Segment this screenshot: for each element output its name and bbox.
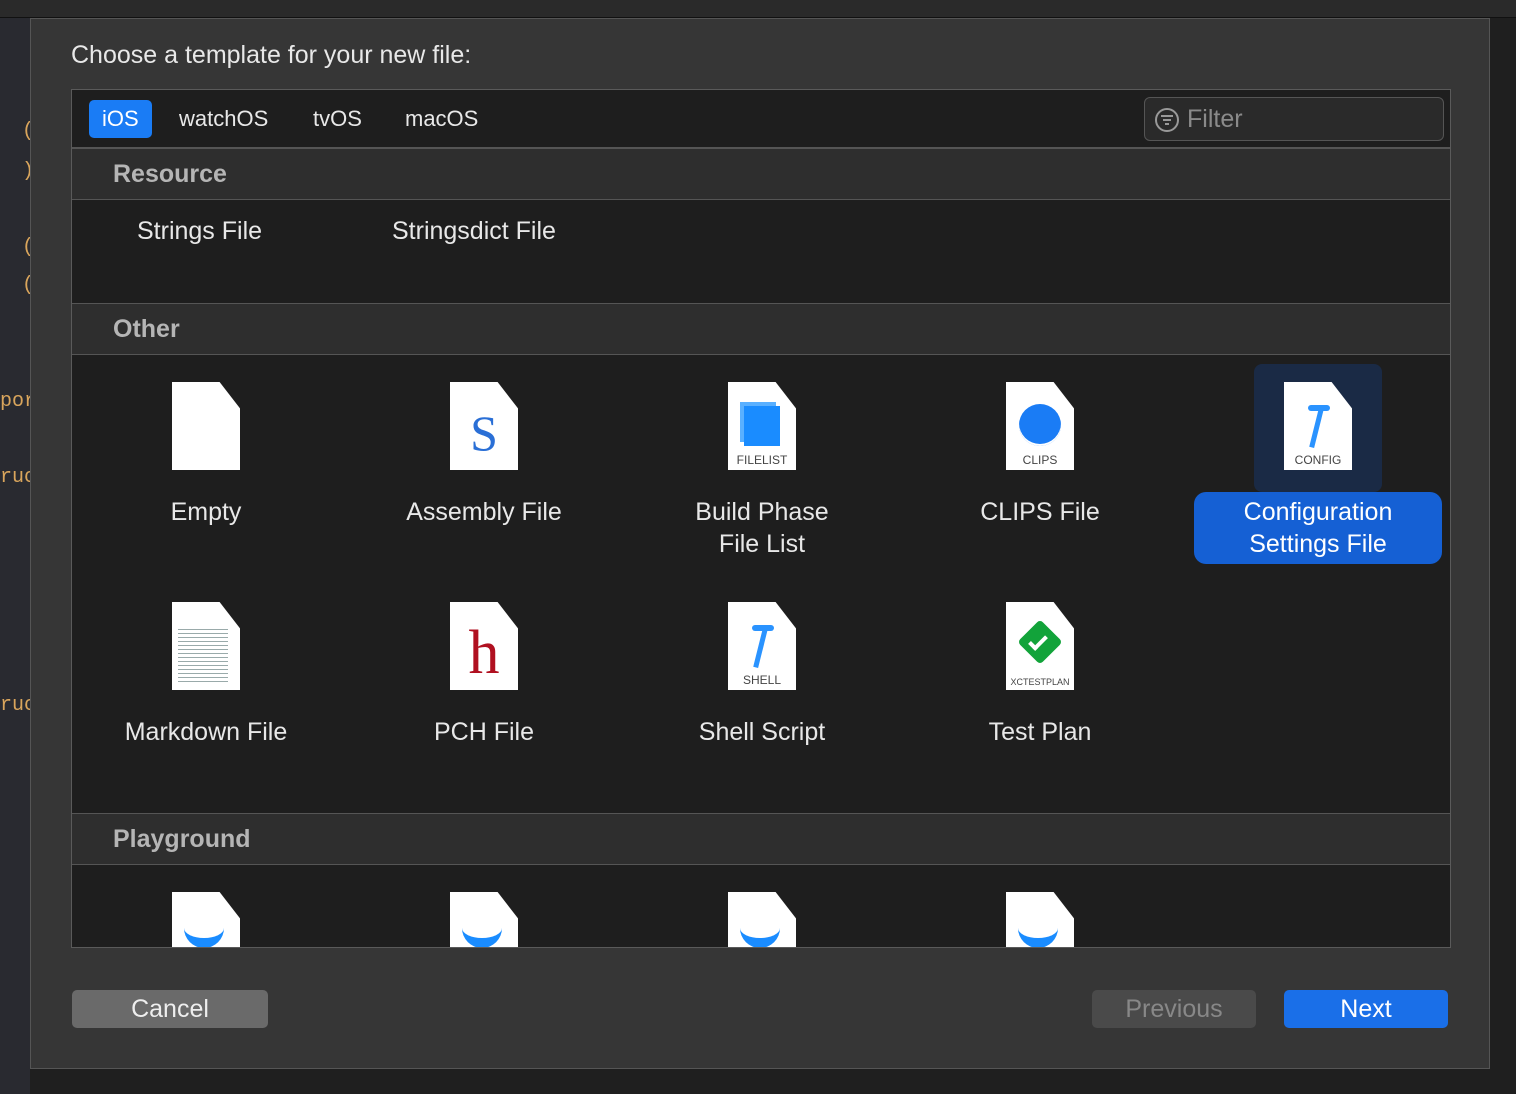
template-playground[interactable] (72, 874, 341, 947)
markdown-icon (172, 602, 240, 690)
template-build-phase-file-list[interactable]: FILELIST Build Phase File List (627, 364, 897, 564)
previous-button[interactable]: Previous (1092, 990, 1256, 1028)
template-playground[interactable] (349, 874, 619, 947)
filter-input[interactable] (1187, 104, 1427, 134)
template-empty[interactable]: Empty (72, 364, 341, 532)
clips-icon: CLIPS (1006, 382, 1074, 470)
pch-h-icon: h (450, 602, 518, 690)
section-header-playground: Playground (72, 813, 1450, 865)
template-configuration-settings-file[interactable]: CONFIG Configuration Settings File (1183, 364, 1450, 564)
template-assembly-file[interactable]: S Assembly File (349, 364, 619, 532)
xctestplan-icon: XCTESTPLAN (1006, 602, 1074, 690)
tab-tvos[interactable]: tvOS (300, 100, 375, 138)
tab-macos[interactable]: macOS (392, 100, 491, 138)
background-editor: ()((por ruc ruc (0, 18, 36, 1094)
template-shell-script[interactable]: SHELL Shell Script (627, 584, 897, 752)
template-playground[interactable] (905, 874, 1175, 947)
tab-ios[interactable]: iOS (89, 100, 152, 138)
shell-hammer-icon: SHELL (728, 602, 796, 690)
window-titlebar (0, 0, 1516, 18)
section-header-resource: Resource (72, 148, 1450, 200)
template-markdown-file[interactable]: Markdown File (72, 584, 341, 752)
cancel-button[interactable]: Cancel (72, 990, 268, 1028)
swift-icon (1006, 892, 1074, 947)
filelist-icon: FILELIST (728, 382, 796, 470)
dialog-title: Choose a template for your new file: (71, 41, 472, 69)
filter-field[interactable] (1144, 97, 1444, 141)
empty-doc-icon (172, 382, 240, 470)
template-stringsdict-file[interactable]: Stringsdict File (392, 217, 556, 246)
config-hammer-icon: CONFIG (1284, 382, 1352, 470)
new-file-dialog: Choose a template for your new file: iOS… (30, 18, 1490, 1069)
swift-icon (450, 892, 518, 947)
filter-icon (1155, 108, 1179, 132)
template-panel: iOS watchOS tvOS macOS Resource Strings … (71, 89, 1451, 948)
template-clips-file[interactable]: CLIPS CLIPS File (905, 364, 1175, 532)
tab-watchos[interactable]: watchOS (166, 100, 281, 138)
swift-icon (728, 892, 796, 947)
template-strings-file[interactable]: Strings File (137, 217, 262, 246)
template-playground[interactable] (627, 874, 897, 947)
section-header-other: Other (72, 303, 1450, 355)
template-pch-file[interactable]: h PCH File (349, 584, 619, 752)
next-button[interactable]: Next (1284, 990, 1448, 1028)
template-test-plan[interactable]: XCTESTPLAN Test Plan (905, 584, 1175, 752)
assembly-s-icon: S (450, 382, 518, 470)
swift-icon (172, 892, 240, 947)
platform-tabs: iOS watchOS tvOS macOS (72, 90, 1450, 148)
